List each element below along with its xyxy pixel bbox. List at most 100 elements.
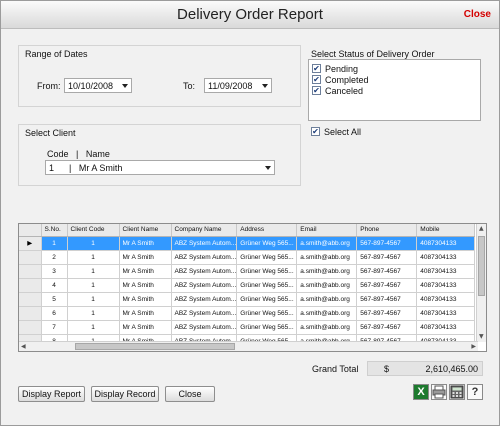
table-cell[interactable]: 567-897-4567 bbox=[356, 250, 418, 265]
vertical-scroll-thumb[interactable] bbox=[478, 236, 485, 296]
table-cell[interactable]: Grüner Weg 565... bbox=[236, 292, 298, 307]
table-cell[interactable]: Mr A Smith bbox=[119, 320, 172, 335]
checkbox-checked-icon[interactable]: ✔ bbox=[312, 64, 321, 73]
close-link[interactable]: Close bbox=[464, 9, 491, 20]
table-cell[interactable]: 4087304133 bbox=[416, 264, 476, 279]
table-cell[interactable]: Grüner Weg 565... bbox=[236, 278, 298, 293]
table-cell[interactable]: a.smith@abb.org bbox=[296, 306, 358, 321]
column-header[interactable]: Client Name bbox=[119, 224, 172, 237]
table-row[interactable]: 7 1 Mr A Smith ABZ System Autom... Grüner We… bbox=[19, 320, 476, 335]
table-cell[interactable]: 1 bbox=[67, 250, 120, 265]
table-cell[interactable]: Mr A Smith bbox=[119, 264, 172, 279]
table-cell[interactable]: 1 bbox=[67, 320, 120, 335]
table-cell[interactable]: 4087304133 bbox=[416, 236, 476, 251]
table-cell[interactable]: a.smith@abb.org bbox=[296, 264, 358, 279]
print-icon[interactable] bbox=[431, 384, 447, 400]
table-cell[interactable]: 567-897-4567 bbox=[356, 292, 418, 307]
checkbox-checked-icon[interactable]: ✔ bbox=[312, 75, 321, 84]
row-selector[interactable] bbox=[19, 292, 42, 307]
table-cell[interactable]: ABZ System Autom... bbox=[171, 236, 238, 251]
chevron-down-icon[interactable] bbox=[122, 84, 128, 88]
table-cell[interactable]: Grüner Weg 565... bbox=[236, 306, 298, 321]
table-row[interactable]: ▶ 1 1 Mr A Smith ABZ System Autom... Grüner W… bbox=[19, 236, 476, 251]
table-cell[interactable]: 6 bbox=[41, 306, 68, 321]
table-row[interactable]: 2 1 Mr A Smith ABZ System Autom... Grüner We… bbox=[19, 250, 476, 265]
table-cell[interactable]: 2 bbox=[41, 250, 68, 265]
table-cell[interactable]: 4087304133 bbox=[416, 250, 476, 265]
table-cell[interactable]: 567-897-4567 bbox=[356, 236, 418, 251]
table-cell[interactable]: 4087304133 bbox=[416, 320, 476, 335]
vertical-scrollbar[interactable]: ▲ ▼ bbox=[476, 224, 486, 342]
table-cell[interactable]: Mr A Smith bbox=[119, 306, 172, 321]
table-cell[interactable]: Grüner Weg 565... bbox=[236, 320, 298, 335]
chevron-down-icon[interactable] bbox=[265, 166, 271, 170]
scroll-left-arrow-icon[interactable]: ◀ bbox=[21, 343, 26, 351]
row-selector[interactable] bbox=[19, 278, 42, 293]
table-cell[interactable]: ABZ System Autom... bbox=[171, 292, 238, 307]
checkbox-checked-icon[interactable]: ✔ bbox=[311, 127, 320, 136]
column-header[interactable]: Address bbox=[236, 224, 298, 237]
table-cell[interactable]: 1 bbox=[67, 292, 120, 307]
table-cell[interactable]: 7 bbox=[41, 320, 68, 335]
client-select[interactable]: 1 | Mr A Smith bbox=[45, 160, 275, 175]
to-date-picker[interactable]: 11/09/2008 bbox=[204, 78, 272, 93]
scroll-down-arrow-icon[interactable]: ▼ bbox=[479, 333, 484, 341]
table-cell[interactable]: 1 bbox=[67, 264, 120, 279]
table-cell[interactable]: Grüner Weg 565... bbox=[236, 236, 298, 251]
column-header[interactable]: Phone bbox=[356, 224, 418, 237]
row-selector[interactable] bbox=[19, 264, 42, 279]
table-cell[interactable]: 4087304133 bbox=[416, 306, 476, 321]
scroll-right-arrow-icon[interactable]: ▶ bbox=[471, 343, 476, 351]
table-cell[interactable]: 1 bbox=[67, 236, 120, 251]
table-cell[interactable]: ABZ System Autom... bbox=[171, 320, 238, 335]
display-report-button[interactable]: Display Report bbox=[18, 386, 85, 402]
table-cell[interactable]: ABZ System Autom... bbox=[171, 250, 238, 265]
table-cell[interactable]: 1 bbox=[41, 236, 68, 251]
table-cell[interactable]: a.smith@abb.org bbox=[296, 292, 358, 307]
column-header[interactable]: S.No. bbox=[41, 224, 68, 237]
row-selector[interactable] bbox=[19, 250, 42, 265]
table-cell[interactable]: Mr A Smith bbox=[119, 236, 172, 251]
table-cell[interactable]: Mr A Smith bbox=[119, 278, 172, 293]
help-icon[interactable]: ? bbox=[467, 384, 483, 400]
table-cell[interactable]: a.smith@abb.org bbox=[296, 278, 358, 293]
row-selector[interactable] bbox=[19, 306, 42, 321]
table-cell[interactable]: ABZ System Autom... bbox=[171, 264, 238, 279]
table-cell[interactable]: 1 bbox=[67, 278, 120, 293]
table-cell[interactable]: 3 bbox=[41, 264, 68, 279]
table-cell[interactable]: a.smith@abb.org bbox=[296, 320, 358, 335]
table-cell[interactable]: ABZ System Autom... bbox=[171, 278, 238, 293]
table-cell[interactable]: a.smith@abb.org bbox=[296, 250, 358, 265]
close-button[interactable]: Close bbox=[165, 386, 215, 402]
chevron-down-icon[interactable] bbox=[262, 84, 268, 88]
table-row[interactable]: 6 1 Mr A Smith ABZ System Autom... Grüner We… bbox=[19, 306, 476, 321]
table-cell[interactable]: 567-897-4567 bbox=[356, 320, 418, 335]
table-cell[interactable]: 1 bbox=[67, 306, 120, 321]
horizontal-scrollbar[interactable]: ◀ ▶ bbox=[19, 341, 478, 351]
table-cell[interactable]: 4087304133 bbox=[416, 278, 476, 293]
column-header[interactable]: Client Code bbox=[67, 224, 120, 237]
table-cell[interactable]: Grüner Weg 565... bbox=[236, 264, 298, 279]
table-cell[interactable]: 4 bbox=[41, 278, 68, 293]
table-row[interactable]: 4 1 Mr A Smith ABZ System Autom... Grüner We… bbox=[19, 278, 476, 293]
table-cell[interactable]: ABZ System Autom... bbox=[171, 306, 238, 321]
table-cell[interactable]: 567-897-4567 bbox=[356, 278, 418, 293]
from-date-picker[interactable]: 10/10/2008 bbox=[64, 78, 132, 93]
table-cell[interactable]: Mr A Smith bbox=[119, 250, 172, 265]
column-header[interactable]: Mobile bbox=[416, 224, 476, 237]
table-cell[interactable]: Grüner Weg 565... bbox=[236, 250, 298, 265]
calculator-icon[interactable] bbox=[449, 384, 465, 400]
scroll-up-arrow-icon[interactable]: ▲ bbox=[479, 225, 484, 233]
table-cell[interactable]: 4087304133 bbox=[416, 292, 476, 307]
delivery-order-grid[interactable]: S.No. Client Code Client Name Company Na… bbox=[18, 223, 487, 352]
excel-export-icon[interactable]: X bbox=[413, 384, 429, 400]
table-row[interactable]: 3 1 Mr A Smith ABZ System Autom... Grüner We… bbox=[19, 264, 476, 279]
display-record-button[interactable]: Display Record bbox=[91, 386, 159, 402]
table-cell[interactable]: a.smith@abb.org bbox=[296, 236, 358, 251]
checkbox-checked-icon[interactable]: ✔ bbox=[312, 86, 321, 95]
row-selector[interactable] bbox=[19, 320, 42, 335]
table-cell[interactable]: Mr A Smith bbox=[119, 292, 172, 307]
table-cell[interactable]: 567-897-4567 bbox=[356, 306, 418, 321]
horizontal-scroll-thumb[interactable] bbox=[75, 343, 235, 350]
column-header[interactable]: Email bbox=[296, 224, 358, 237]
